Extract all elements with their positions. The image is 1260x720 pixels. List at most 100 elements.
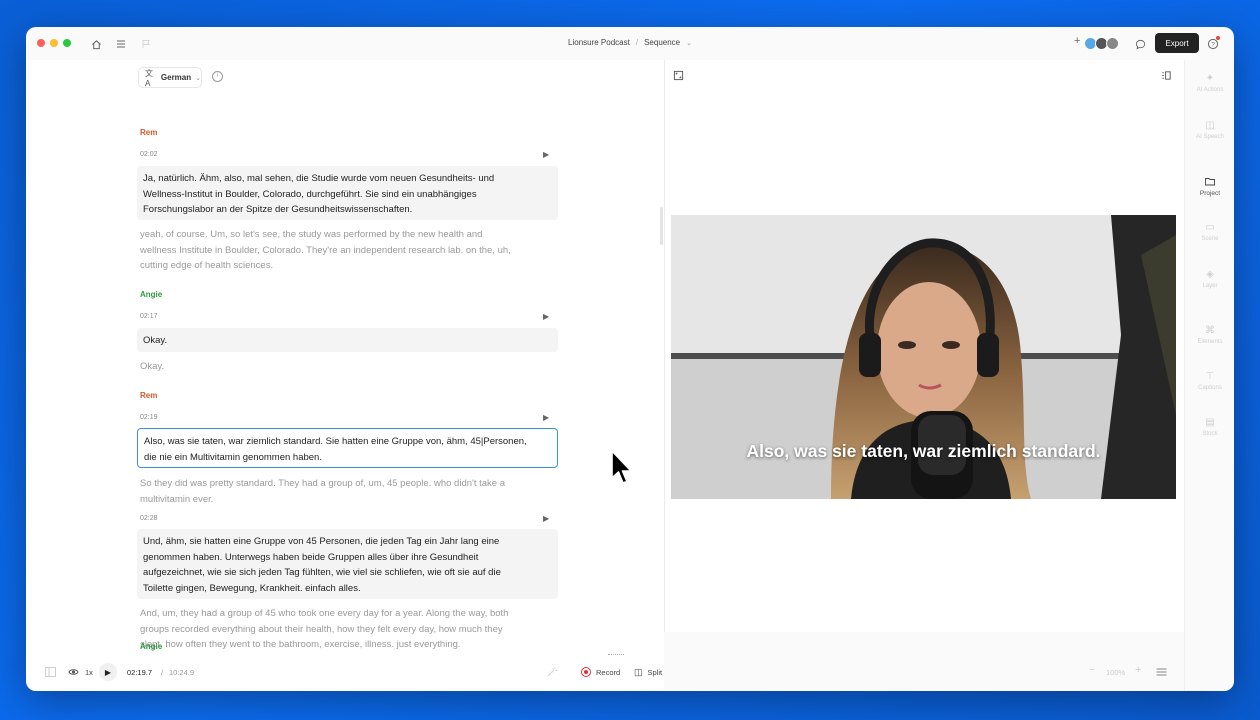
time-separator: / [161,668,164,677]
record-icon [581,667,591,677]
sidebar-item-stock[interactable]: ▤ Stock [1185,417,1234,438]
language-label: German [160,73,192,82]
segment-timestamp[interactable]: 02:02 [140,151,158,158]
drag-handle[interactable] [608,654,624,657]
avatar[interactable] [1106,37,1119,50]
sidebar-item-captions[interactable]: ⊤ Captions [1185,371,1234,392]
record-button[interactable]: Record [581,665,620,679]
export-button[interactable]: Export [1155,33,1199,53]
robot-icon: ◫ [1205,120,1215,131]
play-segment-icon[interactable]: ▶ [543,150,549,159]
speaker-label[interactable]: Angie [140,642,162,651]
record-label: Record [596,667,621,677]
transcript-segment[interactable]: Und, ähm, sie hatten eine Gruppe von 45 … [137,529,558,599]
scene-icon: ▭ [1205,222,1215,233]
zoom-in-button[interactable]: + [1135,664,1141,676]
magic-wand-icon[interactable] [547,667,557,679]
segment-timestamp[interactable]: 02:19 [140,414,158,421]
loop-icon[interactable] [68,667,79,679]
play-segment-icon[interactable]: ▶ [543,312,549,321]
sidebar-item-elements[interactable]: ⌘ Elements [1185,326,1234,346]
split-icon: ◫ [634,666,643,677]
speaker-label[interactable]: Rem [140,128,157,137]
translate-icon: 文A [145,68,153,88]
play-button[interactable]: ▶ [99,663,117,681]
play-segment-icon[interactable]: ▶ [543,413,549,422]
translation-text: So they did was pretty standard. They ha… [140,476,560,507]
play-icon: ▶ [104,667,112,677]
translation-line: yeah, of course. Um, so let's see, the s… [140,229,483,240]
chevron-down-icon[interactable]: ⌄ [686,40,692,47]
sidebar-item-label: AI Speech [1196,134,1224,140]
sparkle-icon: ✦ [1205,73,1215,84]
sidebar-item-layer[interactable]: ◈ Layer [1185,269,1234,290]
fullscreen-icon[interactable] [673,68,685,81]
split-button[interactable]: ◫ Split [634,665,662,679]
translation-line: multivitamin ever. [140,493,214,505]
playback-bar: 1x ▶ 02:19.7 / 10:24.9 Record ◫ Split − … [26,654,1184,691]
captions-icon: ⊤ [1205,371,1215,382]
transcript-segment[interactable]: Ja, natürlich. Ähm, also, mal sehen, die… [137,166,558,220]
translation-line: wellness Institute in Boulder, Colorado.… [140,244,511,256]
translation-line: And, um, they had a group of 45 who took… [140,608,509,619]
speaker-label[interactable]: Rem [140,391,157,400]
titlebar: Lionsure Podcast / Sequence ⌄ + Export ? [26,27,1234,60]
segment-timestamp[interactable]: 02:28 [140,515,158,522]
video-caption: Also, was sie taten, war ziemlich standa… [746,441,1101,461]
play-segment-icon[interactable]: ▶ [543,514,549,523]
sidebar-item-scene[interactable]: ▭ Scene [1185,222,1234,243]
folder-icon [1205,177,1215,187]
sequence-name[interactable]: Sequence [644,38,680,47]
transcript-line: Und, ähm, sie hatten eine Gruppe von 45 … [143,536,500,547]
sidebar-item-label: AI Actions [1196,87,1224,93]
scrollbar[interactable] [660,207,663,245]
layout-icon[interactable] [45,667,56,679]
language-selector[interactable]: 文A German ⌄ [138,67,202,88]
app-window: Lionsure Podcast / Sequence ⌄ + Export ? 文A… [26,27,1234,691]
mouse-cursor-icon [611,450,633,491]
zoom-out-button[interactable]: − [1089,665,1095,676]
sidebar-item-project[interactable]: Project [1185,177,1234,197]
sidebar-item-ai-speech[interactable]: ◫ AI Speech [1185,120,1234,141]
zoom-level[interactable]: 100% [1106,668,1125,677]
right-sidebar: ✦ AI Actions ◫ AI Speech Project ▭ Scene ◈ L… [1184,60,1234,691]
translation-text: Okay. [140,359,560,375]
transcript-segment[interactable]: Okay. [137,328,558,352]
help-icon[interactable]: ? [1205,36,1221,52]
video-preview[interactable]: Also, was sie taten, war ziemlich standa… [671,215,1176,499]
comment-icon[interactable] [1132,36,1148,52]
timeline-settings-icon[interactable] [1156,667,1167,679]
speaker-label[interactable]: Angie [140,290,162,299]
notification-dot [1216,36,1220,40]
breadcrumb: Lionsure Podcast / Sequence ⌄ [26,38,1234,47]
transcript-line: Forschungslabor an der Spitze der Gesund… [143,204,413,215]
stock-icon: ▤ [1205,417,1215,428]
transcript-line: die nie ein Multivitamin genommen haben. [144,451,322,463]
chevron-down-icon: ⌄ [195,74,201,82]
sidebar-item-label: Elements [1197,339,1223,345]
svg-text:?: ? [1211,41,1215,48]
transcript-line: Also, was sie taten, war ziemlich standa… [144,436,527,447]
transcript-line: Toilette gingen, Bewegung, Krankheit. ei… [143,582,361,594]
playback-speed[interactable]: 1x [85,668,93,677]
sidebar-item-label: Project [1199,190,1221,197]
project-name[interactable]: Lionsure Podcast [568,38,630,47]
translation-line: slept, how often they went to the bathro… [140,639,461,650]
sidebar-item-ai-actions[interactable]: ✦ AI Actions [1185,73,1234,94]
transcript-line: Ja, natürlich. Ähm, also, mal sehen, die… [143,173,495,184]
translation-line: Okay. [140,361,165,372]
layers-icon: ◈ [1206,269,1214,280]
transcript-line: genommen haben. Unterwegs haben beide Gr… [143,551,479,563]
transcript-line: Okay. [143,335,168,346]
transcript-segment-active[interactable]: Also, was sie taten, war ziemlich standa… [137,428,558,468]
transcript-line: Wellness-Institut in Boulder, Colorado, … [143,188,477,200]
translation-line: So they did was pretty standard. They ha… [140,478,505,489]
transcript-line: aufgezeichnet, wie sie sich jeden Tag fü… [143,567,501,578]
translation-text: yeah, of course. Um, so let's see, the s… [140,227,560,274]
translation-line: groups recorded everything about their h… [140,623,503,635]
sidebar-item-label: Scene [1201,236,1219,242]
info-icon[interactable]: i [212,71,223,82]
panel-toggle-icon[interactable] [1161,68,1173,80]
segment-timestamp[interactable]: 02:17 [140,313,158,320]
add-collaborator-button[interactable]: + [1074,35,1080,47]
